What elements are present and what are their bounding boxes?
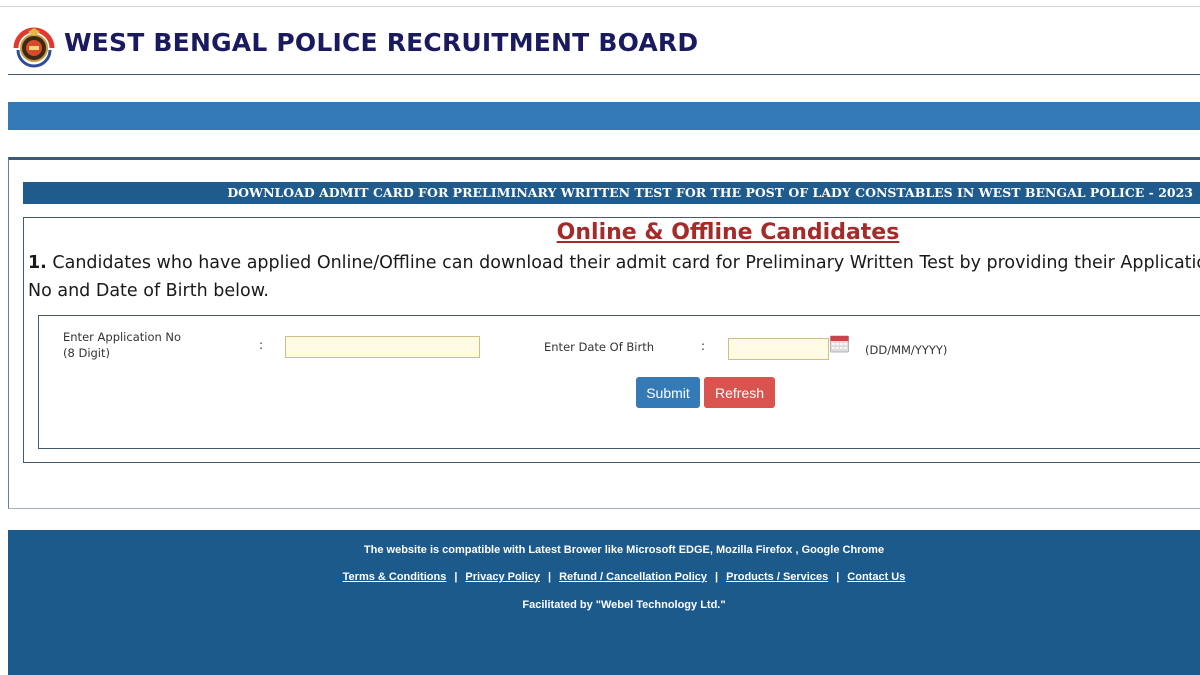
application-no-colon: :	[259, 338, 264, 352]
site-title: WEST BENGAL POLICE RECRUITMENT BOARD	[64, 28, 699, 57]
footer-link-refund[interactable]: Refund / Cancellation Policy	[559, 571, 707, 583]
footer-link-privacy[interactable]: Privacy Policy	[465, 571, 540, 583]
dob-colon: :	[701, 339, 706, 353]
refresh-button[interactable]: Refresh	[704, 377, 775, 408]
application-no-input[interactable]	[285, 336, 480, 358]
instruction-text: 1. Candidates who have applied Online/Of…	[28, 249, 1200, 305]
page-banner: DOWNLOAD ADMIT CARD FOR PRELIMINARY WRIT…	[23, 182, 1200, 204]
compatibility-text: The website is compatible with Latest Br…	[363, 544, 885, 556]
police-emblem-icon	[13, 27, 55, 68]
submit-button[interactable]: Submit	[636, 377, 700, 408]
dob-input[interactable]	[728, 338, 829, 360]
calendar-icon[interactable]	[830, 335, 849, 353]
footer-separator: |	[715, 571, 719, 583]
candidates-section: Online & Offline Candidates 1. Candidate…	[23, 217, 1200, 463]
site-header: WEST BENGAL POLICE RECRUITMENT BOARD	[8, 22, 1200, 75]
footer-link-products[interactable]: Products / Services	[726, 571, 828, 583]
footer-separator: |	[454, 571, 458, 583]
admit-card-panel: DOWNLOAD ADMIT CARD FOR PRELIMINARY WRIT…	[8, 157, 1200, 509]
top-rule	[0, 6, 1200, 7]
instruction-number: 1.	[28, 253, 47, 273]
footer-separator: |	[836, 571, 840, 583]
admit-card-form: Enter Application No (8 Digit) : Enter D…	[38, 315, 1200, 449]
footer-separator: |	[548, 571, 552, 583]
instruction-line-2: No and Date of Birth below.	[28, 281, 269, 301]
footer-link-contact[interactable]: Contact Us	[847, 571, 905, 583]
footer-link-terms[interactable]: Terms & Conditions	[343, 571, 447, 583]
section-title: Online & Offline Candidates	[556, 220, 900, 245]
site-footer: The website is compatible with Latest Br…	[8, 530, 1200, 675]
dob-format-hint: (DD/MM/YYYY)	[865, 343, 948, 357]
footer-links: Terms & Conditions | Privacy Policy | Refund…	[8, 571, 1200, 583]
application-no-label-line1: Enter Application No	[63, 330, 182, 344]
nav-bar	[8, 102, 1200, 130]
dob-label: Enter Date Of Birth	[544, 340, 655, 354]
application-no-label-line2: (8 Digit)	[63, 346, 110, 360]
instruction-line-1: Candidates who have applied Online/Offli…	[46, 253, 1200, 273]
facilitated-text: Facilitated by "Webel Technology Ltd."	[522, 599, 726, 611]
application-no-label: Enter Application No (8 Digit)	[63, 329, 181, 361]
